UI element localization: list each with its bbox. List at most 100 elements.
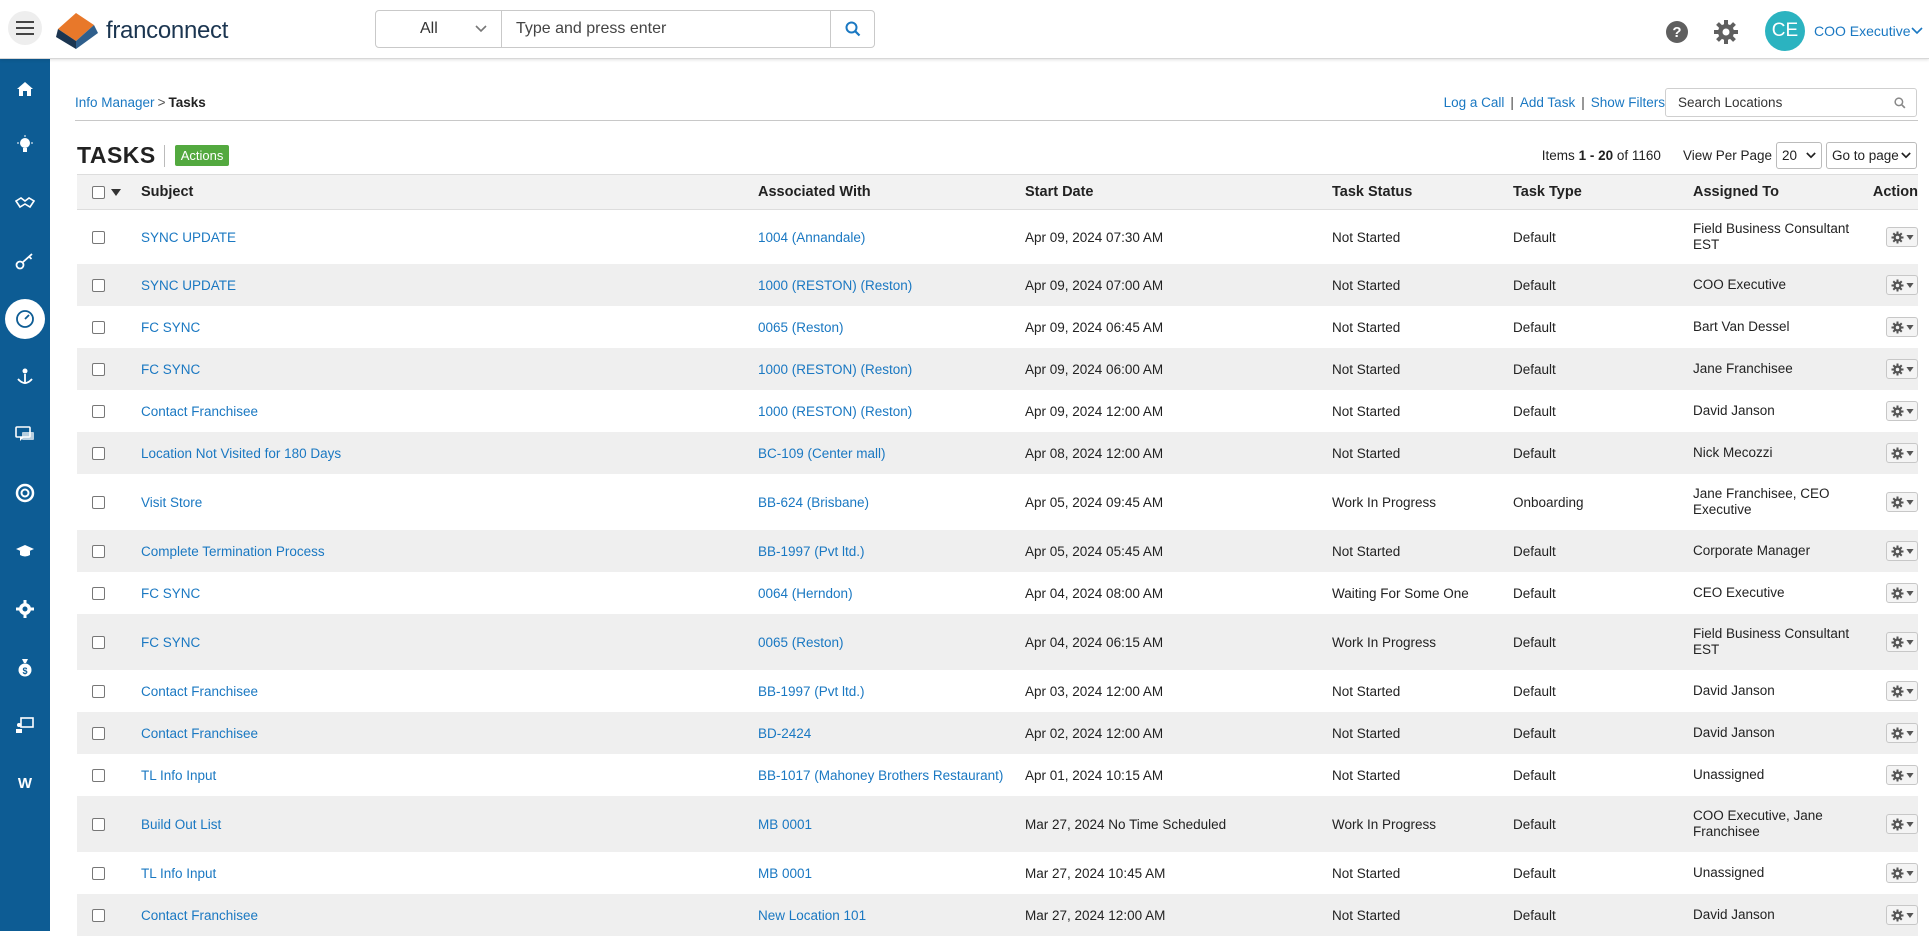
- task-subject-link[interactable]: FC SYNC: [141, 362, 758, 377]
- settings-button[interactable]: [1713, 19, 1739, 48]
- row-checkbox[interactable]: [92, 362, 105, 376]
- row-checkbox[interactable]: [92, 278, 105, 292]
- row-action-button[interactable]: [1886, 317, 1918, 337]
- row-action-button[interactable]: [1886, 443, 1918, 463]
- location-search-input[interactable]: [1678, 95, 1894, 110]
- task-subject-link[interactable]: Build Out List: [141, 817, 758, 832]
- associated-location-link[interactable]: 0065 (Reston): [758, 635, 1025, 650]
- menu-button[interactable]: [8, 11, 42, 45]
- actions-button[interactable]: Actions: [174, 145, 230, 166]
- row-action-button[interactable]: [1886, 359, 1918, 379]
- sidebar-item-crm[interactable]: [0, 357, 50, 397]
- show-filters-link[interactable]: Show Filters: [1591, 95, 1665, 110]
- task-subject-link[interactable]: FC SYNC: [141, 586, 758, 601]
- search-icon[interactable]: [1894, 96, 1906, 109]
- associated-location-link[interactable]: BD-2424: [758, 726, 1025, 741]
- sidebar-item-messages[interactable]: [0, 415, 50, 455]
- sidebar-item-info-manager[interactable]: [0, 299, 50, 339]
- row-checkbox[interactable]: [92, 908, 105, 922]
- search-input[interactable]: [502, 11, 830, 47]
- add-task-link[interactable]: Add Task: [1520, 95, 1575, 110]
- row-checkbox[interactable]: [92, 684, 105, 698]
- chevron-down-icon[interactable]: [1911, 27, 1923, 35]
- task-subject-link[interactable]: Contact Franchisee: [141, 684, 758, 699]
- go-to-page-select[interactable]: Go to page: [1826, 142, 1917, 169]
- user-name[interactable]: COO Executive: [1814, 23, 1910, 39]
- task-subject-link[interactable]: FC SYNC: [141, 320, 758, 335]
- associated-location-link[interactable]: 1004 (Annandale): [758, 230, 1025, 245]
- column-header-associated-with[interactable]: Associated With: [758, 184, 1025, 200]
- sidebar-item-deals[interactable]: [0, 183, 50, 223]
- row-checkbox[interactable]: [92, 866, 105, 880]
- row-checkbox[interactable]: [92, 635, 105, 649]
- task-subject-link[interactable]: Location Not Visited for 180 Days: [141, 446, 758, 461]
- associated-location-link[interactable]: 1000 (RESTON) (Reston): [758, 362, 1025, 377]
- row-checkbox[interactable]: [92, 495, 105, 509]
- row-checkbox[interactable]: [92, 544, 105, 558]
- row-action-button[interactable]: [1886, 765, 1918, 785]
- row-action-button[interactable]: [1886, 723, 1918, 743]
- associated-location-link[interactable]: BB-624 (Brisbane): [758, 495, 1025, 510]
- row-checkbox[interactable]: [92, 404, 105, 418]
- task-subject-link[interactable]: SYNC UPDATE: [141, 230, 758, 245]
- associated-location-link[interactable]: MB 0001: [758, 866, 1025, 881]
- column-header-start-date[interactable]: Start Date: [1025, 184, 1332, 200]
- search-scope-select[interactable]: All: [376, 11, 502, 47]
- task-subject-link[interactable]: TL Info Input: [141, 768, 758, 783]
- log-call-link[interactable]: Log a Call: [1444, 95, 1505, 110]
- row-action-button[interactable]: [1886, 583, 1918, 603]
- sidebar-item-admin[interactable]: [0, 589, 50, 629]
- sidebar-item-home[interactable]: [0, 69, 50, 109]
- row-checkbox[interactable]: [92, 768, 105, 782]
- sidebar-item-finance[interactable]: $: [0, 647, 50, 687]
- row-checkbox[interactable]: [92, 230, 105, 244]
- row-action-button[interactable]: [1886, 401, 1918, 421]
- task-subject-link[interactable]: FC SYNC: [141, 635, 758, 650]
- search-button[interactable]: [830, 11, 874, 47]
- breadcrumb-info-manager[interactable]: Info Manager: [75, 95, 155, 110]
- associated-location-link[interactable]: 0064 (Herndon): [758, 586, 1025, 601]
- row-action-button[interactable]: [1886, 227, 1918, 247]
- sidebar-item-keys[interactable]: [0, 241, 50, 281]
- associated-location-link[interactable]: BC-109 (Center mall): [758, 446, 1025, 461]
- associated-location-link[interactable]: 1000 (RESTON) (Reston): [758, 278, 1025, 293]
- column-header-task-type[interactable]: Task Type: [1513, 184, 1693, 200]
- help-button[interactable]: ?: [1665, 20, 1689, 47]
- franconnect-logo[interactable]: franconnect: [54, 10, 244, 52]
- select-all-checkbox[interactable]: [92, 185, 105, 199]
- row-action-button[interactable]: [1886, 632, 1918, 652]
- per-page-select[interactable]: 20: [1776, 142, 1822, 169]
- row-checkbox[interactable]: [92, 817, 105, 831]
- associated-location-link[interactable]: MB 0001: [758, 817, 1025, 832]
- task-subject-link[interactable]: TL Info Input: [141, 866, 758, 881]
- row-checkbox[interactable]: [92, 586, 105, 600]
- row-action-button[interactable]: [1886, 905, 1918, 925]
- task-subject-link[interactable]: Contact Franchisee: [141, 908, 758, 923]
- row-action-button[interactable]: [1886, 541, 1918, 561]
- column-header-task-status[interactable]: Task Status: [1332, 184, 1513, 200]
- associated-location-link[interactable]: BB-1017 (Mahoney Brothers Restaurant): [758, 768, 1025, 783]
- associated-location-link[interactable]: BB-1997 (Pvt ltd.): [758, 544, 1025, 559]
- sidebar-item-training[interactable]: [0, 531, 50, 571]
- task-subject-link[interactable]: Visit Store: [141, 495, 758, 510]
- column-header-subject[interactable]: Subject: [141, 184, 758, 200]
- task-subject-link[interactable]: Contact Franchisee: [141, 404, 758, 419]
- associated-location-link[interactable]: 1000 (RESTON) (Reston): [758, 404, 1025, 419]
- associated-location-link[interactable]: BB-1997 (Pvt ltd.): [758, 684, 1025, 699]
- row-checkbox[interactable]: [92, 320, 105, 334]
- task-subject-link[interactable]: SYNC UPDATE: [141, 278, 758, 293]
- sidebar-item-w[interactable]: W: [0, 763, 50, 803]
- associated-location-link[interactable]: New Location 101: [758, 908, 1025, 923]
- row-action-button[interactable]: [1886, 814, 1918, 834]
- row-checkbox[interactable]: [92, 446, 105, 460]
- row-action-button[interactable]: [1886, 492, 1918, 512]
- sidebar-item-presentations[interactable]: [0, 705, 50, 745]
- task-subject-link[interactable]: Complete Termination Process: [141, 544, 758, 559]
- row-action-button[interactable]: [1886, 863, 1918, 883]
- task-subject-link[interactable]: Contact Franchisee: [141, 726, 758, 741]
- caret-down-icon[interactable]: [111, 188, 121, 196]
- sidebar-item-ideas[interactable]: [0, 125, 50, 165]
- row-checkbox[interactable]: [92, 726, 105, 740]
- sidebar-item-support[interactable]: [0, 473, 50, 513]
- associated-location-link[interactable]: 0065 (Reston): [758, 320, 1025, 335]
